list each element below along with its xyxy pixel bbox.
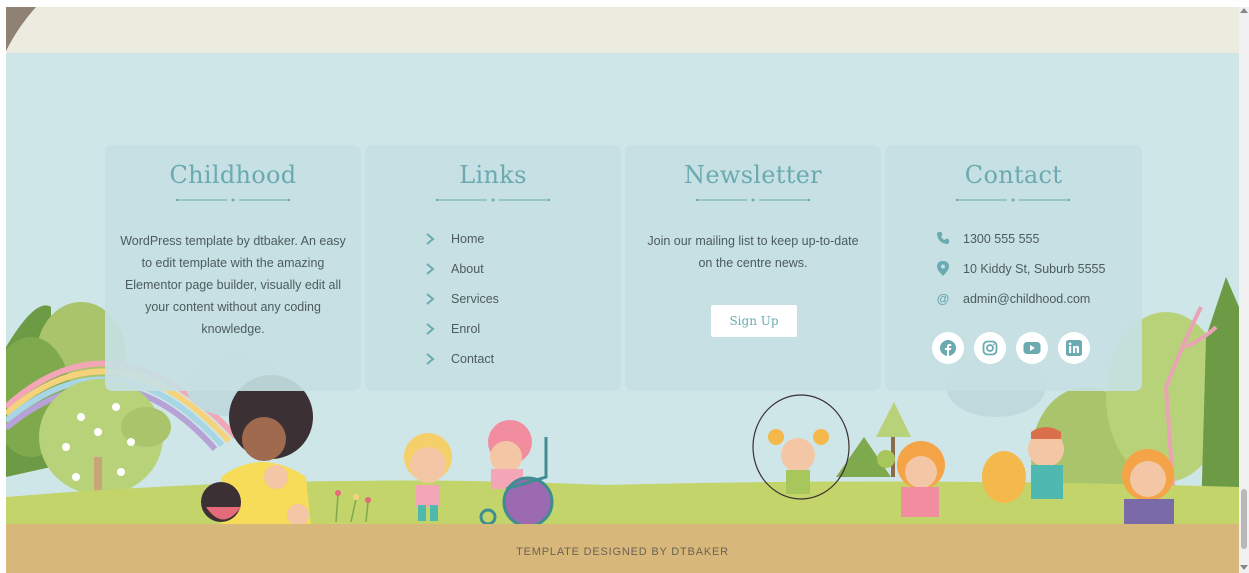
contact-card: Contact 1300 555 555 10 Kiddy St, Suburb… (885, 145, 1142, 391)
page-scrollbar[interactable] (1239, 7, 1249, 573)
youtube-icon[interactable] (1016, 332, 1048, 364)
scroll-down-arrow-icon[interactable] (1240, 565, 1248, 570)
chevron-right-icon (426, 353, 435, 365)
sign-up-button[interactable]: Sign Up (711, 305, 797, 337)
link-label[interactable]: About (451, 260, 484, 278)
social-links (932, 332, 1090, 364)
chevron-right-icon (426, 233, 435, 245)
footer-credit: TEMPLATE DESIGNED BY DTBAKER (516, 546, 729, 558)
newsletter-card: Newsletter Join our mailing list to keep… (625, 145, 881, 391)
scroll-up-arrow-icon[interactable] (1240, 8, 1248, 13)
phone-icon (935, 230, 951, 246)
links-title: Links (459, 161, 527, 189)
flourish-divider (175, 198, 291, 202)
link-contact[interactable]: Contact (423, 350, 499, 380)
links-card: Links Home About Services Enrol Contact (365, 145, 621, 391)
newsletter-title: Newsletter (684, 161, 822, 189)
link-enrol[interactable]: Enrol (423, 320, 499, 350)
scrollbar-thumb[interactable] (1241, 489, 1247, 549)
about-title: Childhood (169, 161, 297, 189)
chevron-right-icon (426, 323, 435, 335)
link-label[interactable]: Enrol (451, 320, 480, 338)
link-home[interactable]: Home (423, 230, 499, 260)
contact-address: 10 Kiddy St, Suburb 5555 (935, 260, 1105, 290)
phone-number[interactable]: 1300 555 555 (963, 230, 1039, 248)
contact-title: Contact (964, 161, 1063, 189)
link-label[interactable]: Contact (451, 350, 494, 368)
map-pin-icon (935, 260, 951, 276)
address-text: 10 Kiddy St, Suburb 5555 (963, 262, 1106, 276)
link-about[interactable]: About (423, 260, 499, 290)
footer-section: TEMPLATE DESIGNED BY DTBAKER Childhood W… (6, 7, 1239, 573)
chevron-right-icon (426, 263, 435, 275)
flourish-divider (955, 198, 1071, 202)
flourish-divider (435, 198, 551, 202)
contact-phone: 1300 555 555 (935, 230, 1105, 260)
contact-list: 1300 555 555 10 Kiddy St, Suburb 5555 @ … (935, 230, 1105, 320)
link-label[interactable]: Home (451, 230, 484, 248)
email-link[interactable]: admin@childhood.com (963, 290, 1090, 308)
link-label[interactable]: Services (451, 290, 499, 308)
at-sign-icon: @ (936, 290, 950, 306)
links-list: Home About Services Enrol Contact (423, 230, 499, 380)
linkedin-icon[interactable] (1058, 332, 1090, 364)
chevron-right-icon (426, 293, 435, 305)
contact-email: @ admin@childhood.com (935, 290, 1105, 320)
newsletter-text: Join our mailing list to keep up-to-date… (647, 234, 859, 270)
link-services[interactable]: Services (423, 290, 499, 320)
instagram-icon[interactable] (974, 332, 1006, 364)
facebook-icon[interactable] (932, 332, 964, 364)
about-card: Childhood WordPress template by dtbaker.… (105, 145, 361, 391)
flourish-divider (695, 198, 811, 202)
about-text: WordPress template by dtbaker. An easy t… (120, 234, 346, 336)
